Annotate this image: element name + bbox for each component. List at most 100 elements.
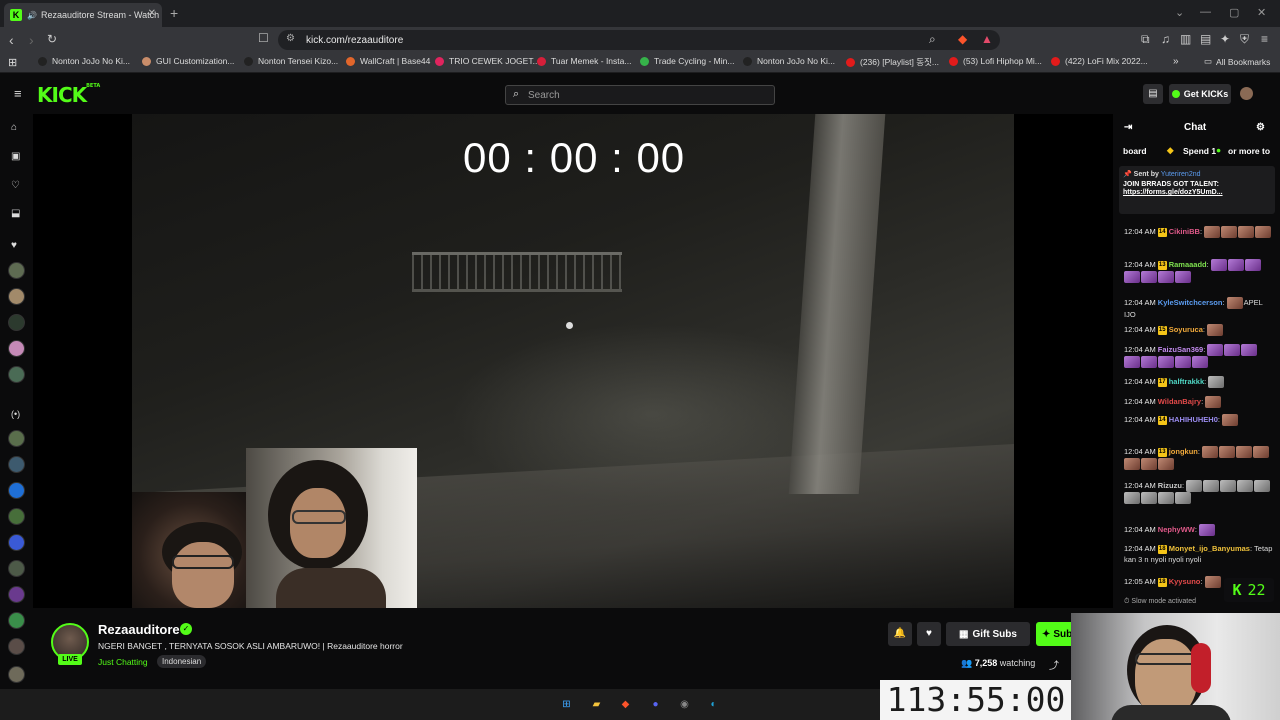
chat-message[interactable]: 12:04 AM 17 halftrakkk: — [1124, 376, 1274, 389]
browse-icon[interactable]: ▤ — [1143, 84, 1163, 104]
sidebar-icon[interactable]: ▥ — [1180, 32, 1191, 46]
browse-icon[interactable]: ▣ — [11, 151, 20, 162]
message-username[interactable]: Rizuzu — [1158, 481, 1182, 490]
home-icon[interactable]: ⌂ — [11, 122, 17, 133]
chat-settings-icon[interactable]: ⚙ — [1256, 122, 1265, 133]
message-username[interactable]: HAHIHUHEH0 — [1169, 415, 1218, 424]
following-icon[interactable]: ♡ — [11, 180, 20, 191]
tab-search-icon[interactable]: ⌄ — [1175, 6, 1184, 19]
brave-browser-icon[interactable]: ◆ — [617, 696, 634, 713]
follow-heart-icon[interactable]: ♥ — [917, 622, 941, 646]
channel-name[interactable]: Rezaauditore — [98, 622, 180, 637]
message-username[interactable]: WildanBajry — [1158, 397, 1201, 406]
recommended-channel-avatar[interactable] — [8, 456, 25, 473]
message-username[interactable]: FaizuSan369 — [1158, 345, 1203, 354]
back-icon[interactable]: ‹ — [9, 32, 14, 48]
recommended-channel-avatar[interactable] — [8, 612, 25, 629]
pinned-message[interactable]: 📌 Sent by Yuteriren2nd JOIN BRRADS GOT T… — [1119, 166, 1275, 214]
brave-rewards-icon[interactable]: ▲ — [981, 32, 993, 46]
bookmark-item[interactable]: (236) [Playlist] 동짓... — [846, 56, 939, 68]
bookmark-item[interactable]: Nonton Tensei Kizo... — [244, 56, 338, 66]
language-tag[interactable]: Indonesian — [157, 655, 207, 668]
bookmark-item[interactable]: Nonton JoJo No Ki... — [743, 56, 835, 66]
chat-message[interactable]: 12:04 AM 14 HAHIHUHEH0: — [1124, 414, 1274, 427]
new-tab-button[interactable]: + — [170, 5, 178, 21]
followed-channel-avatar[interactable] — [8, 314, 25, 331]
recommended-channel-avatar[interactable] — [8, 508, 25, 525]
bookmark-item[interactable]: (53) Lofi Hiphop Mi... — [949, 56, 1042, 66]
edge-icon[interactable]: ◐ — [705, 696, 722, 713]
notification-bell-icon[interactable]: 🔔 — [888, 622, 912, 646]
bookmark-item[interactable]: Tuar Memek - Insta... — [537, 56, 631, 66]
clips-icon[interactable]: ⬓ — [11, 208, 20, 219]
followed-channel-avatar[interactable] — [8, 366, 25, 383]
message-username[interactable]: Soyuruca — [1169, 325, 1203, 334]
close-window-button[interactable]: ✕ — [1257, 6, 1266, 19]
site-info-icon[interactable]: ⚙ — [286, 33, 295, 44]
bookmark-icon[interactable]: ☐ — [258, 31, 269, 45]
bookmark-item[interactable]: (422) LoFi Mix 2022... — [1051, 56, 1148, 66]
leo-ai-icon[interactable]: ✦ — [1220, 32, 1230, 46]
chat-message[interactable]: 12:04 AM KyleSwitchcerson: APEL IJO — [1124, 297, 1274, 320]
brave-shield-icon[interactable]: ◆ — [958, 32, 967, 46]
share-icon[interactable]: ⤴ — [1049, 657, 1059, 672]
chrome-icon[interactable]: ◉ — [676, 696, 693, 713]
pinned-link[interactable]: https://forms.gle/dozY5UmD... — [1123, 189, 1271, 196]
windows-start-icon[interactable]: ⊞ — [558, 696, 575, 713]
bookmarks-overflow-icon[interactable]: » — [1173, 56, 1179, 67]
bookmark-item[interactable]: Nonton JoJo No Ki... — [38, 56, 130, 66]
reload-icon[interactable]: ↻ — [47, 32, 57, 46]
recommended-channel-avatar[interactable] — [8, 638, 25, 655]
chat-message[interactable]: 12:04 AM Rizuzu: — [1124, 480, 1274, 505]
message-username[interactable]: Monyet_ijo_Banyumas — [1169, 544, 1250, 553]
recommended-channel-avatar[interactable] — [8, 666, 25, 683]
followed-channel-avatar[interactable] — [8, 262, 25, 279]
recommended-channel-avatar[interactable] — [8, 482, 25, 499]
chat-message[interactable]: 12:04 AM 15 Soyuruca: — [1124, 324, 1274, 337]
file-explorer-icon[interactable]: ▰ — [588, 696, 605, 713]
chat-message[interactable]: 12:04 AM 13 jongkun: — [1124, 446, 1274, 471]
chat-message[interactable]: 12:04 AM 18 Monyet_ijo_Banyumas: Tetap kan… — [1124, 543, 1274, 565]
video-player[interactable]: 00 : 00 : 00 — [33, 114, 1113, 608]
get-kicks-button[interactable]: Get KICKs — [1169, 84, 1231, 104]
chat-message[interactable]: 12:04 AM WildanBajry: — [1124, 396, 1274, 409]
chat-message[interactable]: 12:04 AM 13 Ramaaadd: — [1124, 259, 1274, 284]
message-username[interactable]: jongkun — [1169, 447, 1198, 456]
followed-channel-avatar[interactable] — [8, 288, 25, 305]
stream-category[interactable]: Just Chatting — [98, 657, 148, 667]
message-username[interactable]: Ramaaadd — [1169, 260, 1207, 269]
bookmark-item[interactable]: TRIO CEWEK JOGET... — [435, 56, 540, 66]
pinned-user[interactable]: Yuteriren2nd — [1161, 171, 1201, 178]
message-username[interactable]: Kyysuno — [1169, 577, 1201, 586]
recommended-channel-avatar[interactable] — [8, 560, 25, 577]
bookmark-item[interactable]: WallCraft | Base44 — [346, 56, 430, 66]
leaderboard-banner[interactable]: board ◆ Spend 1 ● or more to — [1113, 142, 1280, 162]
media-icon[interactable]: ♫ — [1161, 32, 1170, 46]
gift-subs-button[interactable]: ▦ Gift Subs — [946, 622, 1030, 646]
search-input[interactable]: ⌕ Search — [505, 85, 775, 105]
tab-close-icon[interactable]: ✕ — [148, 8, 156, 19]
kick-logo[interactable]: KICKBETA — [37, 83, 100, 107]
address-bar[interactable]: ⚙ kick.com/rezaauditore — [278, 30, 1000, 50]
zoom-icon[interactable]: ⌕ — [929, 32, 936, 47]
bookmark-item[interactable]: GUI Customization... — [142, 56, 234, 66]
apps-icon[interactable]: ⊞ — [8, 56, 17, 69]
message-username[interactable]: halftrakkk — [1169, 377, 1204, 386]
forward-icon[interactable]: › — [29, 32, 34, 48]
extensions-icon[interactable]: ⧉ — [1141, 32, 1150, 47]
user-avatar[interactable] — [1240, 87, 1253, 100]
bookmark-item[interactable]: Trade Cycling - Min... — [640, 56, 734, 66]
recommended-channel-avatar[interactable] — [8, 430, 25, 447]
message-username[interactable]: CikiniBB — [1169, 227, 1200, 236]
followed-channel-avatar[interactable] — [8, 340, 25, 357]
wallet-icon[interactable]: ▤ — [1200, 32, 1211, 46]
message-username[interactable]: NephyWW — [1158, 525, 1195, 534]
all-bookmarks-button[interactable]: ▭ All Bookmarks — [1204, 56, 1270, 67]
hamburger-menu-icon[interactable]: ≡ — [14, 86, 22, 101]
vpn-icon[interactable]: ⛨ — [1240, 32, 1249, 47]
collapse-chat-icon[interactable]: ⇥ — [1124, 122, 1132, 133]
browser-tab[interactable]: K 🔊 Rezaauditore Stream - Watch ✕ — [4, 3, 162, 27]
message-username[interactable]: KyleSwitchcerson — [1158, 298, 1223, 307]
recommended-channel-avatar[interactable] — [8, 534, 25, 551]
chat-message[interactable]: 12:04 AM NephyWW: — [1124, 524, 1274, 537]
